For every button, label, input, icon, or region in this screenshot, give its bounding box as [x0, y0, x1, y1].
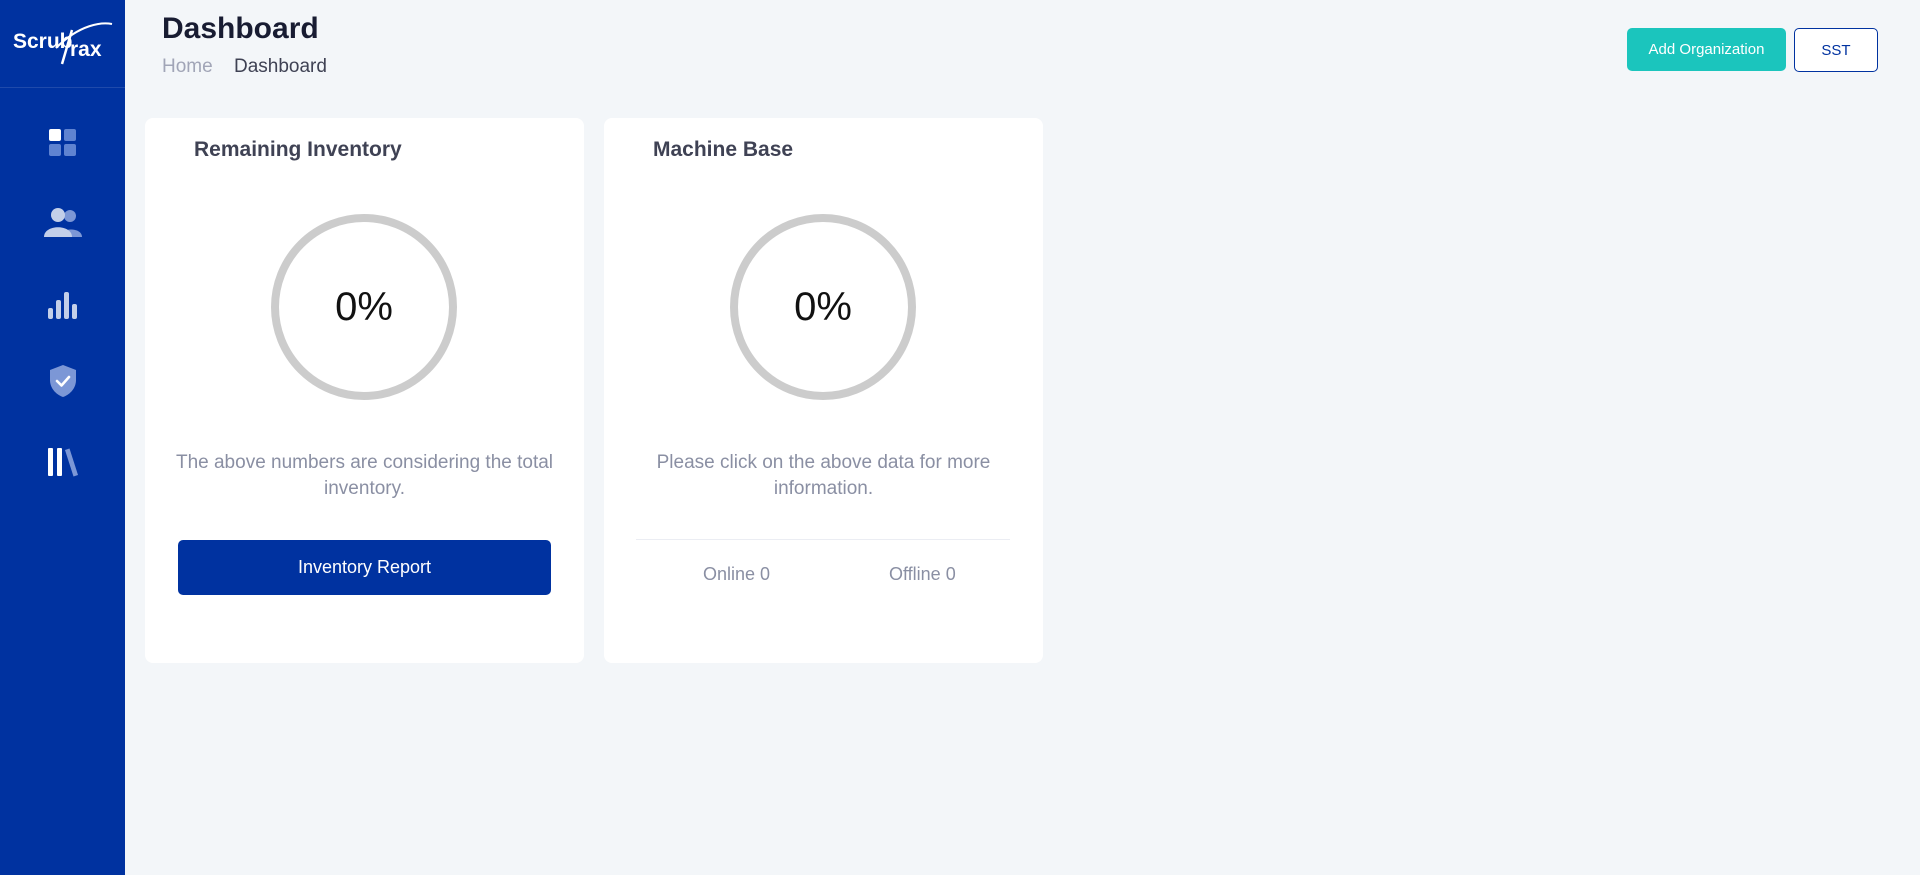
sidebar-item-library[interactable]: [0, 432, 125, 492]
sidebar-item-dashboard[interactable]: [0, 113, 125, 173]
inventory-note: The above numbers are considering the to…: [175, 452, 554, 499]
scrubtrax-logo[interactable]: Scrub rax: [0, 0, 125, 88]
breadcrumb-current: Dashboard: [233, 56, 327, 77]
remaining-inventory-card: Remaining Inventory 0% The above numbers…: [145, 118, 584, 663]
inventory-report-button[interactable]: Inventory Report: [178, 540, 551, 595]
library-icon: [47, 448, 78, 477]
sidebar: Scrub rax: [0, 0, 125, 875]
inventory-percent-value: 0%: [335, 284, 393, 329]
breadcrumb: Home Dashboard: [162, 56, 327, 78]
divider: [636, 539, 1010, 540]
machine-note: Please click on the above data for more …: [656, 452, 991, 499]
card-title: Machine Base: [653, 138, 794, 161]
page-title: Dashboard: [162, 12, 319, 45]
svg-text:Scrub: Scrub: [13, 30, 73, 53]
bar-chart-icon: [47, 292, 77, 319]
machine-percent-ring[interactable]: 0%: [730, 214, 916, 400]
online-count[interactable]: Online 0: [703, 564, 770, 585]
sst-button[interactable]: SST: [1794, 28, 1878, 72]
dashboard-icon: [48, 129, 76, 156]
sidebar-item-security[interactable]: [0, 351, 125, 411]
svg-text:rax: rax: [70, 38, 102, 61]
offline-count[interactable]: Offline 0: [889, 564, 956, 585]
machine-percent-value: 0%: [794, 284, 852, 329]
sidebar-item-users[interactable]: [0, 193, 125, 253]
add-organization-button[interactable]: Add Organization: [1627, 28, 1786, 71]
breadcrumb-home-link[interactable]: Home: [162, 56, 213, 77]
users-icon: [43, 208, 82, 237]
card-title: Remaining Inventory: [194, 138, 402, 161]
machine-base-card: Machine Base 0% Please click on the abov…: [604, 118, 1043, 663]
logo-graphic: Scrub rax: [13, 22, 113, 65]
inventory-percent-ring[interactable]: 0%: [271, 214, 457, 400]
shield-check-icon: [49, 365, 76, 397]
sidebar-item-reports[interactable]: [0, 275, 125, 335]
